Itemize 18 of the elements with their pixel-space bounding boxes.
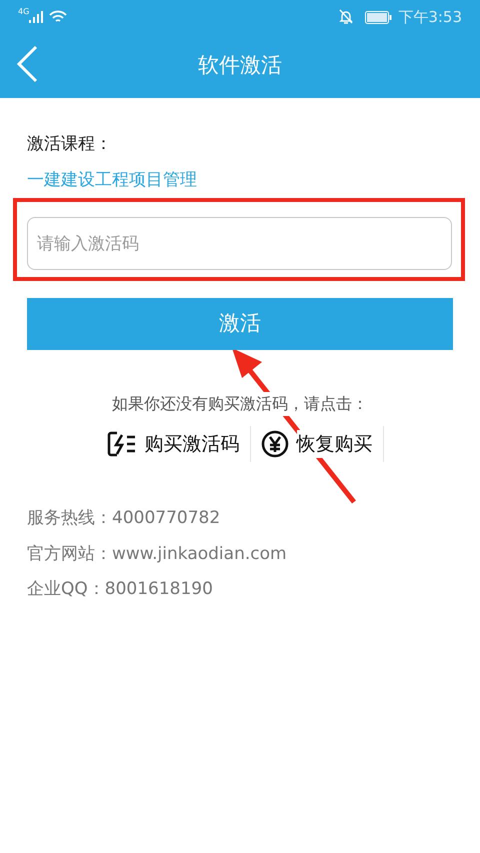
signal-icon [29, 11, 44, 23]
bell-off-icon [339, 9, 354, 25]
back-button[interactable] [14, 44, 40, 84]
clock-time: 下午3:53 [398, 6, 462, 28]
course-label: 激活课程： [27, 133, 113, 156]
battery-icon [365, 10, 392, 24]
buy-code-button[interactable]: 购买激活码 [96, 426, 250, 462]
yen-icon [260, 430, 288, 458]
network-label: 4G [18, 6, 30, 18]
wifi-icon [49, 10, 68, 24]
contact-info-text: 官方网站：www.jinkaodian.com [27, 542, 288, 566]
ticket-icon [106, 430, 136, 458]
restore-purchase-button[interactable]: 恢复购买 [250, 426, 384, 462]
page-title: 软件激活 [198, 52, 282, 80]
course-name: 一建建设工程项目管理 [27, 168, 198, 192]
contact-info-text: 企业QQ：8001618190 [27, 578, 214, 601]
contact-info-text: 服务热线：4000770782 [27, 507, 222, 530]
code-input-field[interactable]: 请输入激活码 [27, 217, 452, 270]
